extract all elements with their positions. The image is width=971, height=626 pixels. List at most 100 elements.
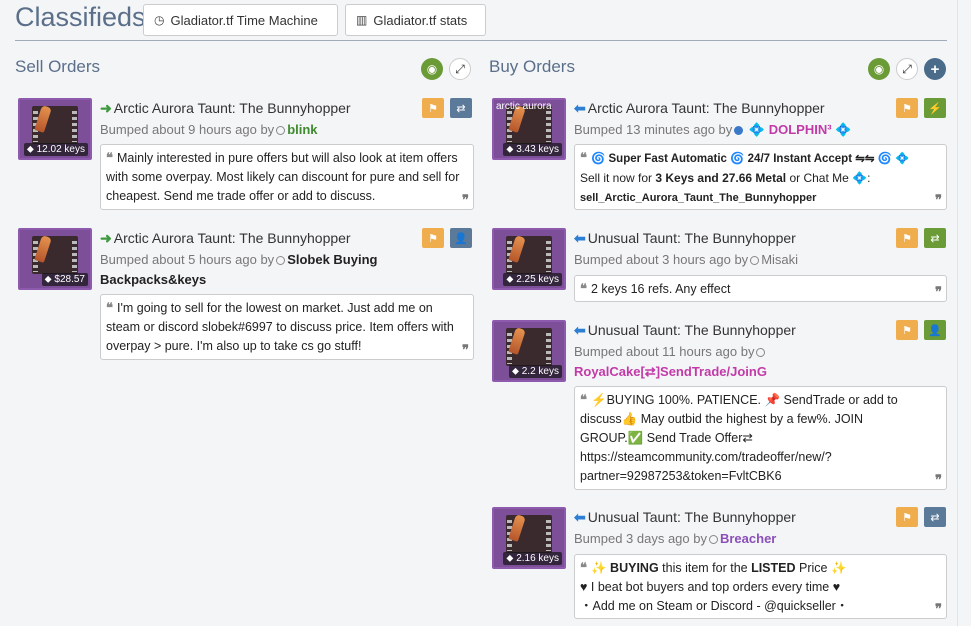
buy-orders-title: Buy Orders <box>489 57 575 76</box>
price-tag: ⬥ 2.25 keys <box>503 273 562 286</box>
user-link[interactable]: blink <box>287 122 317 137</box>
buy-listing-4: ⬥ 2.16 keys ⬅ Unusual Taunt: The Bunnyhop… <box>492 507 947 619</box>
sell-orders-title: Sell Orders <box>15 57 101 76</box>
scrollbar-track[interactable] <box>957 0 971 626</box>
item-thumbnail[interactable]: ⬥ $28.57 <box>18 228 92 290</box>
offline-status-icon <box>750 256 760 265</box>
time-machine-button[interactable]: ◷ Gladiator.tf Time Machine <box>143 4 338 36</box>
item-name[interactable]: ⬅ Unusual Taunt: The Bunnyhopper <box>574 230 796 247</box>
page-title: Classifieds <box>15 2 146 32</box>
quote-close-icon: ❞ <box>935 601 942 616</box>
item-name[interactable]: ⬅ Arctic Aurora Taunt: The Bunnyhopper <box>574 100 825 117</box>
add-friend-button[interactable]: 👤 <box>450 228 472 248</box>
toggle-visibility-icon[interactable]: ◉ <box>421 58 443 80</box>
tag-icon: ⬥ <box>506 274 517 285</box>
bar-chart-icon: ▥ <box>356 13 368 27</box>
user-link[interactable]: Misaki <box>761 252 798 267</box>
report-flag-button[interactable]: ⚑ <box>896 228 918 248</box>
expand-icon[interactable]: ⤢ <box>896 58 918 80</box>
lightning-icon: ⚡ <box>928 102 942 115</box>
user-link[interactable]: Slobek Buying <box>287 252 377 267</box>
bumped-info: Bumped about 11 hours ago by <box>574 344 767 359</box>
flag-icon: ⚑ <box>902 102 912 115</box>
sell-arrow-icon: ➜ <box>100 230 112 246</box>
expand-icon[interactable]: ⤢ <box>449 58 471 80</box>
flag-icon: ⚑ <box>902 232 912 245</box>
bumped-info: Bumped about 9 hours ago by blink <box>100 122 318 137</box>
user-link-line2[interactable]: RoyalCake[⇄]SendTrade/JoinG <box>574 364 767 380</box>
stats-label: Gladiator.tf stats <box>373 12 468 28</box>
item-name[interactable]: ➜ Arctic Aurora Taunt: The Bunnyhopper <box>100 100 351 117</box>
buy-arrow-icon: ⬅ <box>574 100 586 116</box>
trade-button[interactable]: ⇄ <box>924 507 946 527</box>
report-flag-button[interactable]: ⚑ <box>896 98 918 118</box>
user-link[interactable]: 💠 DOLPHIN³ 💠 <box>749 122 851 137</box>
header-divider <box>15 40 947 41</box>
user-link[interactable]: Breacher <box>720 531 776 546</box>
item-name[interactable]: ⬅ Unusual Taunt: The Bunnyhopper <box>574 322 796 339</box>
price-tag: ⬥ 2.16 keys <box>503 552 562 565</box>
flag-icon: ⚑ <box>902 511 912 524</box>
tag-icon: ⬥ <box>511 366 522 377</box>
quote-close-icon: ❞ <box>935 192 942 207</box>
sell-listing-1: ⬥ 12.02 keys ➜ Arctic Aurora Taunt: The B… <box>18 98 474 210</box>
item-name[interactable]: ➜ Arctic Aurora Taunt: The Bunnyhopper <box>100 230 351 247</box>
item-name[interactable]: ⬅ Unusual Taunt: The Bunnyhopper <box>574 509 796 526</box>
price-tag: ⬥ 12.02 keys <box>23 143 88 156</box>
instant-trade-button[interactable]: ⚡ <box>924 98 946 118</box>
listing-comment: ❝ ✨ BUYING this item for the LISTED Price… <box>574 554 947 619</box>
report-flag-button[interactable]: ⚑ <box>896 320 918 340</box>
item-thumbnail[interactable]: ⬥ 2.16 keys <box>492 507 566 569</box>
listing-comment: ❝ 🌀 Super Fast Automatic 🌀 24/7 Instant A… <box>574 144 947 210</box>
item-thumbnail[interactable]: ⬥ 2.25 keys <box>492 228 566 290</box>
quote-close-icon: ❞ <box>462 192 469 207</box>
price-tag: ⬥ $28.57 <box>41 273 88 286</box>
quote-close-icon: ❞ <box>935 284 942 299</box>
clock-icon: ◷ <box>154 13 165 27</box>
item-thumbnail[interactable]: ⬥ 2.2 keys <box>492 320 566 382</box>
buy-listing-1: arctic aurora ⬥ 3.43 keys ⬅ Arctic Aurora… <box>492 98 947 210</box>
tag-icon: ⬥ <box>26 144 37 155</box>
trade-button[interactable]: ⇄ <box>450 98 472 118</box>
buy-listing-2: ⬥ 2.25 keys ⬅ Unusual Taunt: The Bunnyhop… <box>492 228 947 302</box>
price-tag: ⬥ 2.2 keys <box>508 365 562 378</box>
add-friend-button[interactable]: 👤 <box>924 320 946 340</box>
offline-status-icon <box>708 535 718 544</box>
listing-comment: ❝ Mainly interested in pure offers but wi… <box>100 144 474 210</box>
offline-status-icon <box>756 348 766 357</box>
trade-button[interactable]: ⇄ <box>924 228 946 248</box>
tag-icon: ⬥ <box>506 553 517 564</box>
plus-icon: + <box>930 60 940 78</box>
bumped-info: Bumped about 3 hours ago by Misaki <box>574 252 799 267</box>
add-user-icon: 👤 <box>928 324 942 337</box>
sell-arrow-icon: ➜ <box>100 100 112 116</box>
price-tag: ⬥ 3.43 keys <box>503 143 562 156</box>
report-flag-button[interactable]: ⚑ <box>896 507 918 527</box>
toggle-visibility-icon[interactable]: ◉ <box>868 58 890 80</box>
swap-icon: ⇄ <box>930 232 940 245</box>
tag-icon: ⬥ <box>44 274 55 285</box>
buy-arrow-icon: ⬅ <box>574 230 586 246</box>
bumped-info: Bumped 3 days ago by Breacher <box>574 531 777 546</box>
quote-open-icon: ❝ <box>106 300 113 315</box>
quote-open-icon: ❝ <box>580 392 587 407</box>
offline-status-icon <box>276 256 286 265</box>
user-link-line2[interactable]: Backpacks&keys <box>100 272 206 287</box>
listing-comment: ❝ 2 keys 16 refs. Any effect ❞ <box>574 275 947 302</box>
add-order-button[interactable]: + <box>924 58 946 80</box>
quote-close-icon: ❞ <box>462 342 469 357</box>
quote-close-icon: ❞ <box>935 472 942 487</box>
item-thumbnail[interactable]: arctic aurora ⬥ 3.43 keys <box>492 98 566 160</box>
bumped-info: Bumped 13 minutes ago by 💠 DOLPHIN³ 💠 <box>574 122 852 137</box>
swap-icon: ⇄ <box>456 102 466 115</box>
flag-icon: ⚑ <box>428 232 438 245</box>
offline-status-icon <box>276 126 286 135</box>
flag-icon: ⚑ <box>428 102 438 115</box>
listing-comment: ❝ I'm going to sell for the lowest on mar… <box>100 294 474 360</box>
buy-listing-3: ⬥ 2.2 keys ⬅ Unusual Taunt: The Bunnyhopp… <box>492 320 947 490</box>
report-flag-button[interactable]: ⚑ <box>422 228 444 248</box>
item-thumbnail[interactable]: ⬥ 12.02 keys <box>18 98 92 160</box>
report-flag-button[interactable]: ⚑ <box>422 98 444 118</box>
stats-button[interactable]: ▥ Gladiator.tf stats <box>345 4 486 36</box>
online-status-icon <box>734 126 744 135</box>
